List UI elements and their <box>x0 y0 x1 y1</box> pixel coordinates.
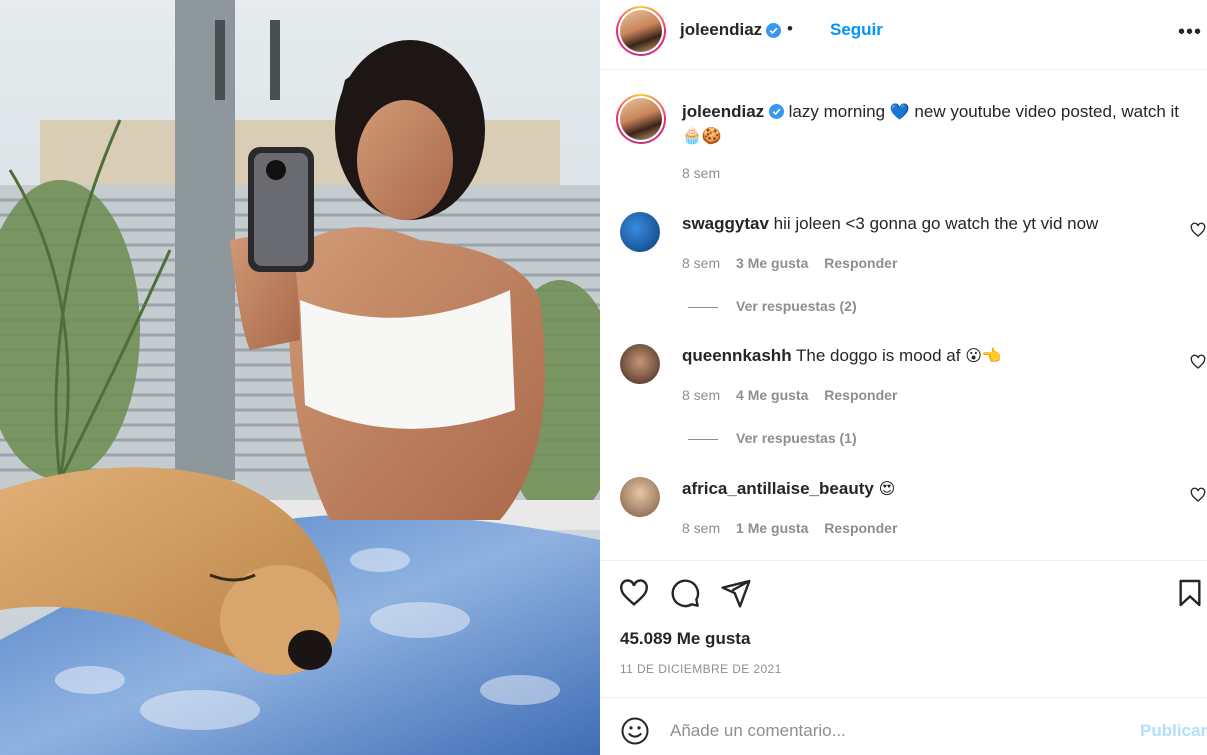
view-replies-button[interactable]: Ver respuestas (1) <box>688 430 857 446</box>
caption-avatar[interactable] <box>616 94 666 144</box>
comment-avatar[interactable] <box>620 477 660 517</box>
publish-button[interactable]: Publicar <box>1140 721 1207 741</box>
author-username[interactable]: joleendiaz <box>680 20 762 40</box>
comment-text: hii joleen <3 gonna go watch the yt vid … <box>773 214 1099 233</box>
likes-count[interactable]: 45.089 Me gusta <box>620 629 750 649</box>
verified-badge-icon <box>768 104 784 119</box>
view-replies-button[interactable]: Ver respuestas (2) <box>688 298 857 314</box>
comment-item: swaggytav hii joleen <3 gonna go watch t… <box>682 214 1098 234</box>
comment-icon[interactable] <box>669 577 701 609</box>
comment-meta: 8 sem 3 Me gusta Responder <box>682 255 897 271</box>
reply-button[interactable]: Responder <box>824 520 897 536</box>
bookmark-icon[interactable] <box>1174 577 1206 609</box>
comment-meta: 8 sem 4 Me gusta Responder <box>682 387 897 403</box>
blue-heart-emoji: 💙 <box>889 102 910 121</box>
comment-username[interactable]: swaggytav <box>682 214 769 233</box>
header-separator: • <box>787 19 793 38</box>
comment-text: The doggo is mood af <box>796 346 961 365</box>
add-comment-input[interactable] <box>670 716 1110 746</box>
comment-box-divider <box>600 697 1207 698</box>
caption: joleendiaz lazy morning 💙 new youtube vi… <box>682 100 1202 148</box>
reply-button[interactable]: Responder <box>824 255 897 271</box>
caption-time[interactable]: 8 sem <box>682 165 720 181</box>
view-replies-label: Ver respuestas (1) <box>736 430 857 446</box>
comment-emoji: 😮👈 <box>965 346 1002 365</box>
caption-text-1: lazy morning <box>788 102 886 121</box>
comment-username[interactable]: africa_antillaise_beauty <box>682 479 874 498</box>
post-header: joleendiaz • Seguir ••• <box>600 0 1207 70</box>
comment-time[interactable]: 8 sem <box>682 520 720 536</box>
follow-button[interactable]: Seguir <box>830 20 883 40</box>
cookie-emoji: 🍪 <box>701 126 722 145</box>
cupcake-emoji: 🧁 <box>682 126 702 145</box>
comment-avatar[interactable] <box>620 212 660 252</box>
comment-time[interactable]: 8 sem <box>682 387 720 403</box>
comment-item: africa_antillaise_beauty 😍 <box>682 479 895 499</box>
heart-icon[interactable] <box>618 577 650 609</box>
selfie-photo <box>0 0 600 755</box>
post-date[interactable]: 11 DE DICIEMBRE DE 2021 <box>620 662 782 676</box>
post-image[interactable] <box>0 0 600 755</box>
view-replies-label: Ver respuestas (2) <box>736 298 857 314</box>
share-icon[interactable] <box>720 577 752 609</box>
caption-text-2: new youtube video posted, watch it <box>914 102 1180 121</box>
author-avatar[interactable] <box>616 6 666 56</box>
comment-emoji: 😍 <box>878 479 896 498</box>
replies-rule <box>688 306 718 308</box>
caption-username[interactable]: joleendiaz <box>682 102 764 121</box>
emoji-picker-icon[interactable] <box>620 716 650 746</box>
comment-meta: 8 sem 1 Me gusta Responder <box>682 520 897 536</box>
comment-username[interactable]: queennkashh <box>682 346 792 365</box>
comment-time[interactable]: 8 sem <box>682 255 720 271</box>
comment-like-heart-icon[interactable] <box>1190 354 1206 370</box>
comment-item: queennkashh The doggo is mood af 😮👈 <box>682 346 1002 366</box>
comment-likes[interactable]: 4 Me gusta <box>736 387 808 403</box>
comment-likes[interactable]: 3 Me gusta <box>736 255 808 271</box>
actions-divider <box>600 560 1207 561</box>
comment-avatar[interactable] <box>620 344 660 384</box>
comment-likes[interactable]: 1 Me gusta <box>736 520 808 536</box>
reply-button[interactable]: Responder <box>824 387 897 403</box>
more-options-icon[interactable]: ••• <box>1178 22 1202 42</box>
verified-badge-icon <box>766 23 781 38</box>
post-side-panel: joleendiaz • Seguir ••• joleendiaz lazy … <box>600 0 1207 755</box>
replies-rule <box>688 438 718 440</box>
comment-like-heart-icon[interactable] <box>1190 487 1206 503</box>
comment-like-heart-icon[interactable] <box>1190 222 1206 238</box>
